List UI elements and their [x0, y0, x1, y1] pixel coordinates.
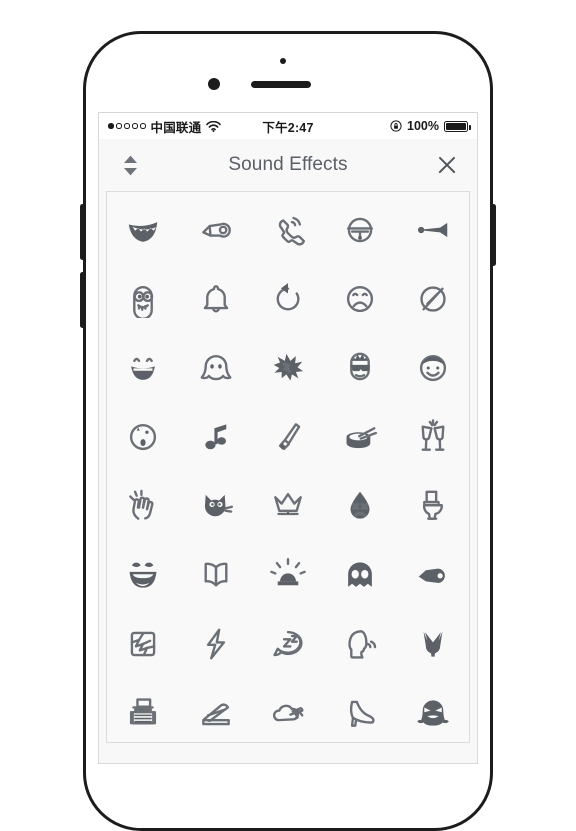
explosion-crash-icon[interactable]	[252, 333, 324, 402]
air-horn-icon[interactable]	[397, 195, 469, 264]
signal-strength-dots	[108, 123, 146, 129]
music-note-icon[interactable]	[179, 402, 251, 471]
surprised-face-icon[interactable]	[107, 402, 179, 471]
alarm-doorbell-icon[interactable]	[324, 195, 396, 264]
battery-percent-label: 100%	[407, 119, 439, 133]
status-bar-clock: 下午2:47	[262, 120, 314, 135]
rewind-circular-arrow-icon[interactable]	[252, 264, 324, 333]
status-bar-left: 中国联通	[108, 117, 262, 136]
whistle-filled-icon[interactable]	[397, 540, 469, 609]
awesome-face-icon[interactable]	[107, 540, 179, 609]
sword-icon[interactable]	[252, 402, 324, 471]
chevron-down-icon	[123, 167, 137, 175]
clapping-hands-icon[interactable]	[107, 471, 179, 540]
signal-dot	[132, 123, 138, 129]
cat-face-icon[interactable]	[179, 471, 251, 540]
panel-header: Sound Effects	[99, 139, 477, 191]
ghost-outline-icon[interactable]	[179, 333, 251, 402]
earpiece-speaker	[251, 81, 311, 88]
carrier-name: 中国联通	[150, 120, 202, 135]
angry-ghost-icon[interactable]	[397, 678, 469, 742]
battery-fill	[446, 122, 466, 130]
lightning-bolt-icon[interactable]	[179, 609, 251, 678]
volume-down-button[interactable]	[80, 272, 85, 328]
talking-head-icon[interactable]	[324, 609, 396, 678]
sound-effects-panel	[106, 191, 470, 743]
high-heel-shoe-icon[interactable]	[324, 678, 396, 742]
sad-face-icon[interactable]	[324, 264, 396, 333]
typewriter-icon[interactable]	[107, 678, 179, 742]
snare-drum-icon[interactable]	[324, 402, 396, 471]
wifi-icon	[206, 121, 222, 132]
siren-light-icon[interactable]	[252, 540, 324, 609]
volume-up-button[interactable]	[80, 204, 85, 260]
rotation-lock-icon	[390, 120, 402, 132]
grinning-face-icon[interactable]	[107, 333, 179, 402]
collapse-expand-handle[interactable]	[115, 148, 145, 182]
stapler-icon[interactable]	[179, 678, 251, 742]
whistle-outline-icon[interactable]	[179, 195, 251, 264]
mute-slash-circle-icon[interactable]	[397, 264, 469, 333]
toilet-icon[interactable]	[397, 471, 469, 540]
signal-dot	[140, 123, 146, 129]
front-camera-lens	[208, 78, 220, 90]
power-button[interactable]	[491, 204, 496, 266]
phone-device-frame: 中国联通 下午2:47 100% Sound Effects	[80, 31, 496, 831]
cool-sunglasses-face-icon[interactable]	[324, 333, 396, 402]
ringing-phone-handset-icon[interactable]	[252, 195, 324, 264]
phone-screen: 中国联通 下午2:47 100% Sound Effects	[98, 112, 478, 764]
bell-icon[interactable]	[179, 264, 251, 333]
sound-effects-grid	[107, 192, 469, 742]
close-icon[interactable]	[433, 151, 461, 179]
signal-dot	[116, 123, 122, 129]
signal-dot	[108, 123, 114, 129]
toasting-glasses-icon[interactable]	[397, 402, 469, 471]
minion-face-icon[interactable]	[107, 264, 179, 333]
signal-dot	[124, 123, 130, 129]
proximity-sensor-dot	[280, 58, 286, 64]
status-bar-right: 100%	[314, 119, 471, 133]
open-book-icon[interactable]	[179, 540, 251, 609]
airplane-cloud-icon[interactable]	[252, 678, 324, 742]
page-title: Sound Effects	[228, 154, 348, 175]
battery-icon	[444, 120, 471, 132]
chevron-up-icon	[123, 155, 137, 163]
pacman-ghost-icon[interactable]	[324, 540, 396, 609]
laughing-teeth-mouth-icon[interactable]	[107, 195, 179, 264]
sad-water-drop-icon[interactable]	[324, 471, 396, 540]
status-bar: 中国联通 下午2:47 100%	[99, 113, 477, 139]
sleep-zzz-bubble-icon[interactable]	[252, 609, 324, 678]
smiling-boy-face-icon[interactable]	[397, 333, 469, 402]
crown-icon[interactable]	[252, 471, 324, 540]
tulip-flower-icon[interactable]	[397, 609, 469, 678]
broken-glass-icon[interactable]	[107, 609, 179, 678]
